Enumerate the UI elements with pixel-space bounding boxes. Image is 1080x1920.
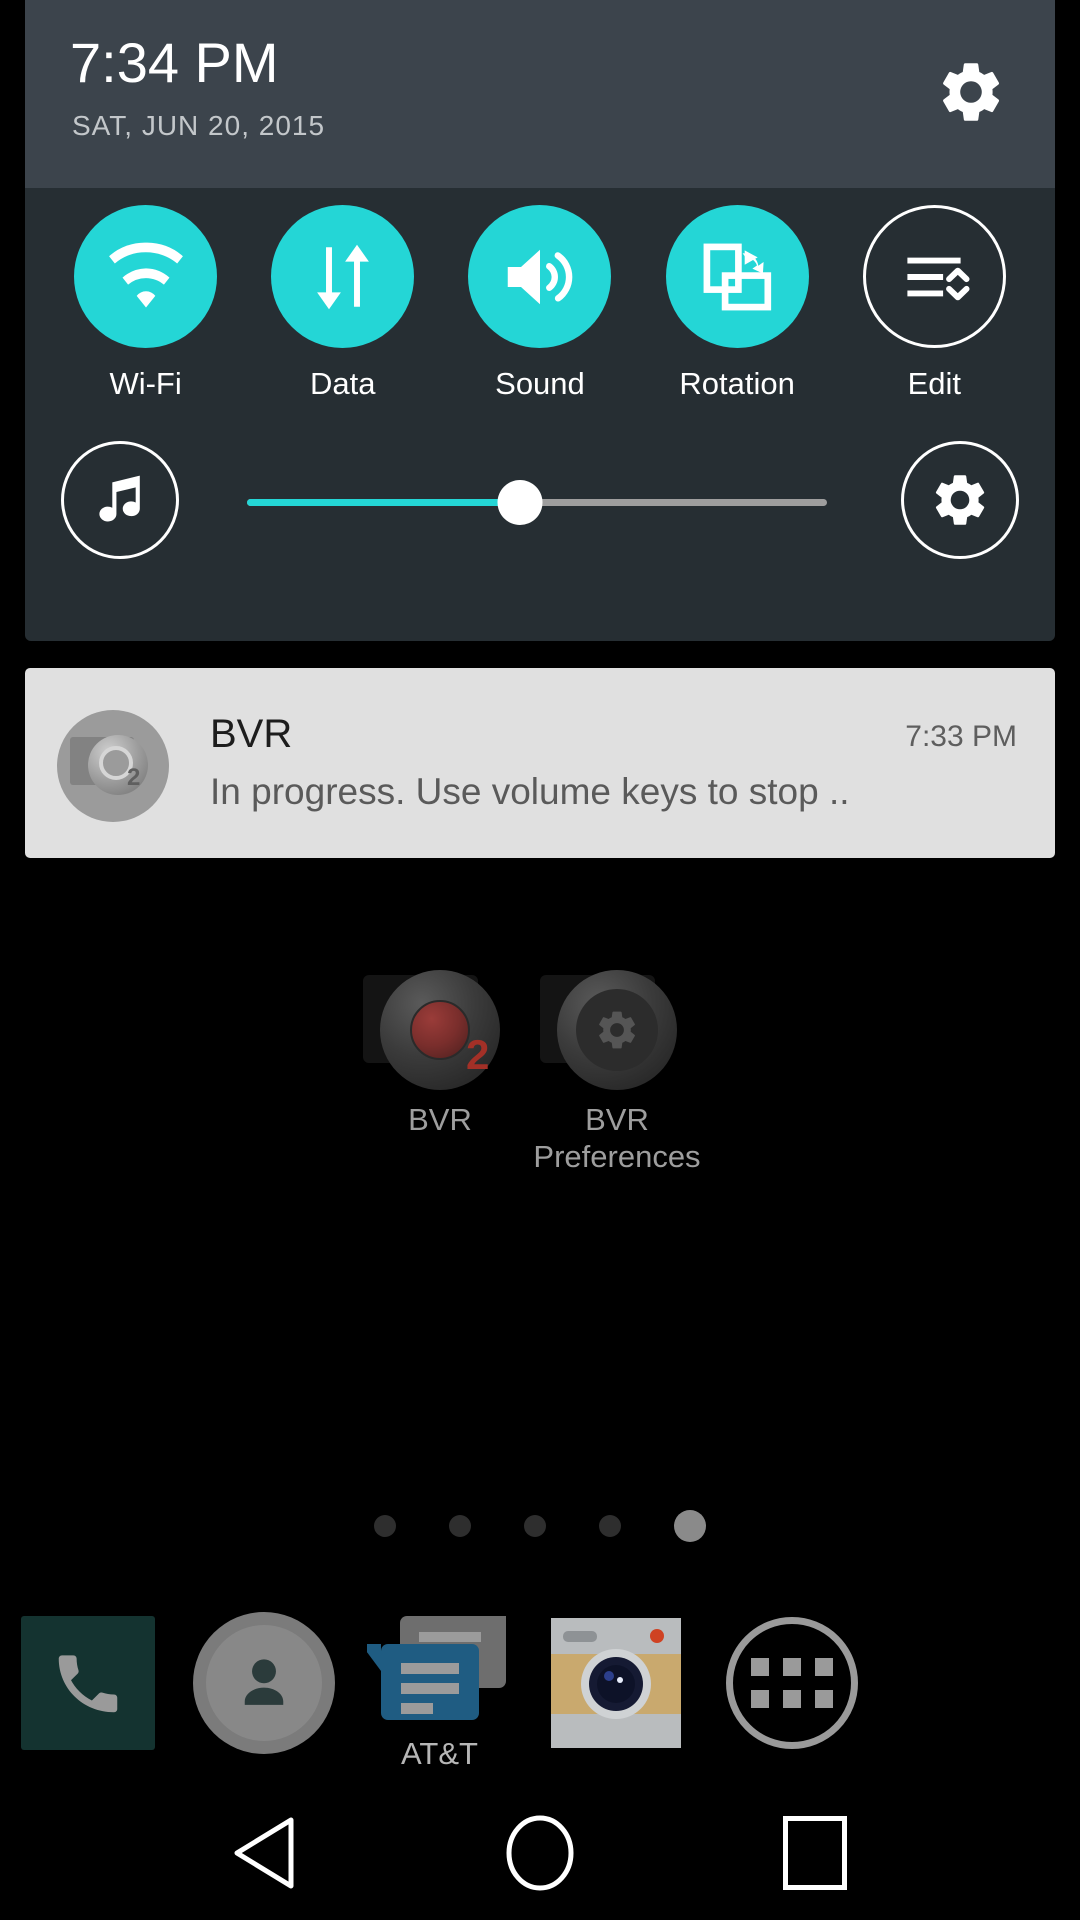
speaker-icon	[507, 249, 573, 304]
bvr-recorder-icon: 2	[363, 970, 500, 1090]
camera-icon	[550, 1617, 681, 1748]
contacts-person-icon	[192, 1611, 335, 1754]
gear-icon-glyph	[935, 475, 985, 525]
dock-item-contacts[interactable]	[176, 1595, 351, 1770]
volume-slider-row	[25, 425, 1055, 585]
dock: AT&T	[0, 1595, 1080, 1775]
app-icon-bvr-preferences[interactable]: BVR Preferences	[502, 970, 732, 1175]
page-dot[interactable]	[599, 1515, 621, 1537]
music-note-icon[interactable]	[61, 441, 179, 559]
toggle-sound-circle	[468, 205, 612, 348]
app-label-line1: BVR	[585, 1102, 649, 1137]
drawer-dot	[814, 1657, 833, 1676]
toggle-edit[interactable]: Edit	[847, 188, 1022, 402]
page-dot-active[interactable]	[674, 1510, 706, 1542]
quick-toggle-row: Wi-Fi Data Sound Rotation Edit	[25, 188, 1055, 401]
gear-icon-glyph	[943, 63, 1000, 121]
quick-settings-panel: 7:34 PM SAT, JUN 20, 2015 Wi-Fi Data Sou…	[25, 0, 1055, 641]
notification-app-name: BVR	[210, 712, 293, 756]
back-triangle-icon-glyph	[234, 1817, 294, 1888]
toggle-rotation-circle	[665, 205, 809, 348]
toggle-wifi-label: Wi-Fi	[109, 366, 182, 401]
toggle-sound[interactable]: Sound	[452, 188, 627, 402]
toggle-data-label: Data	[310, 366, 376, 401]
dock-item-phone[interactable]	[0, 1595, 175, 1770]
drawer-dot	[750, 1657, 769, 1676]
phone-icon	[20, 1615, 155, 1750]
app-drawer-icon	[725, 1616, 858, 1749]
app-label-line2: Preferences	[533, 1138, 701, 1174]
drawer-dot	[750, 1689, 769, 1708]
app-drawer-grid	[750, 1657, 833, 1708]
data-sync-icon	[316, 244, 369, 309]
slider-fill	[247, 499, 520, 506]
dock-item-camera[interactable]	[528, 1595, 703, 1770]
page-indicator	[0, 1510, 1080, 1542]
gear-icon[interactable]	[935, 56, 1007, 128]
quick-settings-header: 7:34 PM SAT, JUN 20, 2015	[25, 0, 1055, 188]
app-badge-count: 2	[466, 1031, 490, 1078]
toggle-sound-label: Sound	[495, 366, 585, 401]
clock-time: 7:34 PM	[70, 31, 279, 94]
bvr-preferences-icon	[540, 970, 677, 1090]
drawer-dot	[814, 1689, 833, 1708]
messaging-icon-glyph	[361, 1615, 506, 1720]
volume-slider[interactable]	[247, 480, 827, 525]
music-note-icon-glyph	[99, 475, 140, 522]
phone-icon-glyph	[58, 1654, 117, 1712]
toggle-edit-label: Edit	[907, 366, 962, 401]
toggle-edit-circle	[862, 205, 1006, 348]
navigation-bar	[0, 1785, 1080, 1920]
drawer-dot	[782, 1689, 801, 1708]
contacts-icon-inner	[205, 1624, 322, 1741]
home-circle-icon-glyph	[506, 1815, 574, 1890]
toggle-rotation-label: Rotation	[679, 366, 795, 401]
notification-card[interactable]: 2 BVR 7:33 PM In progress. Use volume ke…	[25, 668, 1055, 858]
recents-square-icon[interactable]	[680, 1785, 950, 1920]
bvr-prefs-gear-plate	[576, 989, 658, 1071]
recents-square-icon-glyph	[783, 1815, 847, 1890]
sound-settings-gear-icon[interactable]	[901, 441, 1019, 559]
bvr-recorder-icon: 2	[57, 710, 169, 822]
toggle-rotation[interactable]: Rotation	[650, 188, 825, 402]
android-screen: 7:34 PM SAT, JUN 20, 2015 Wi-Fi Data Sou…	[0, 0, 1080, 1920]
page-dot[interactable]	[524, 1515, 546, 1537]
app-label-bvr-preferences: BVR Preferences	[502, 1102, 732, 1175]
page-dot[interactable]	[449, 1515, 471, 1537]
notification-time: 7:33 PM	[905, 720, 1017, 753]
clock-date: SAT, JUN 20, 2015	[72, 110, 326, 141]
toggle-wifi[interactable]: Wi-Fi	[58, 188, 233, 402]
toggle-data[interactable]: Data	[255, 188, 430, 402]
page-dot[interactable]	[374, 1515, 396, 1537]
wifi-icon	[108, 242, 183, 307]
drawer-dot	[782, 1657, 801, 1676]
messaging-icon: AT&T	[361, 1608, 512, 1771]
dock-item-app-drawer[interactable]	[704, 1595, 879, 1770]
dock-item-messaging[interactable]: AT&T	[352, 1595, 527, 1771]
back-triangle-icon[interactable]	[130, 1785, 400, 1920]
home-circle-icon[interactable]	[405, 1785, 675, 1920]
bvr-icon-record-dot	[410, 1000, 470, 1060]
edit-list-icon	[907, 257, 970, 300]
notification-text: In progress. Use volume keys to stop ..	[210, 771, 850, 812]
toggle-wifi-circle	[74, 205, 218, 348]
person-icon	[244, 1658, 283, 1705]
messaging-carrier-label: AT&T	[401, 1735, 478, 1771]
rotation-icon	[703, 243, 772, 310]
gear-icon	[599, 1011, 635, 1049]
slider-thumb[interactable]	[497, 480, 543, 525]
toggle-data-circle	[271, 205, 415, 348]
